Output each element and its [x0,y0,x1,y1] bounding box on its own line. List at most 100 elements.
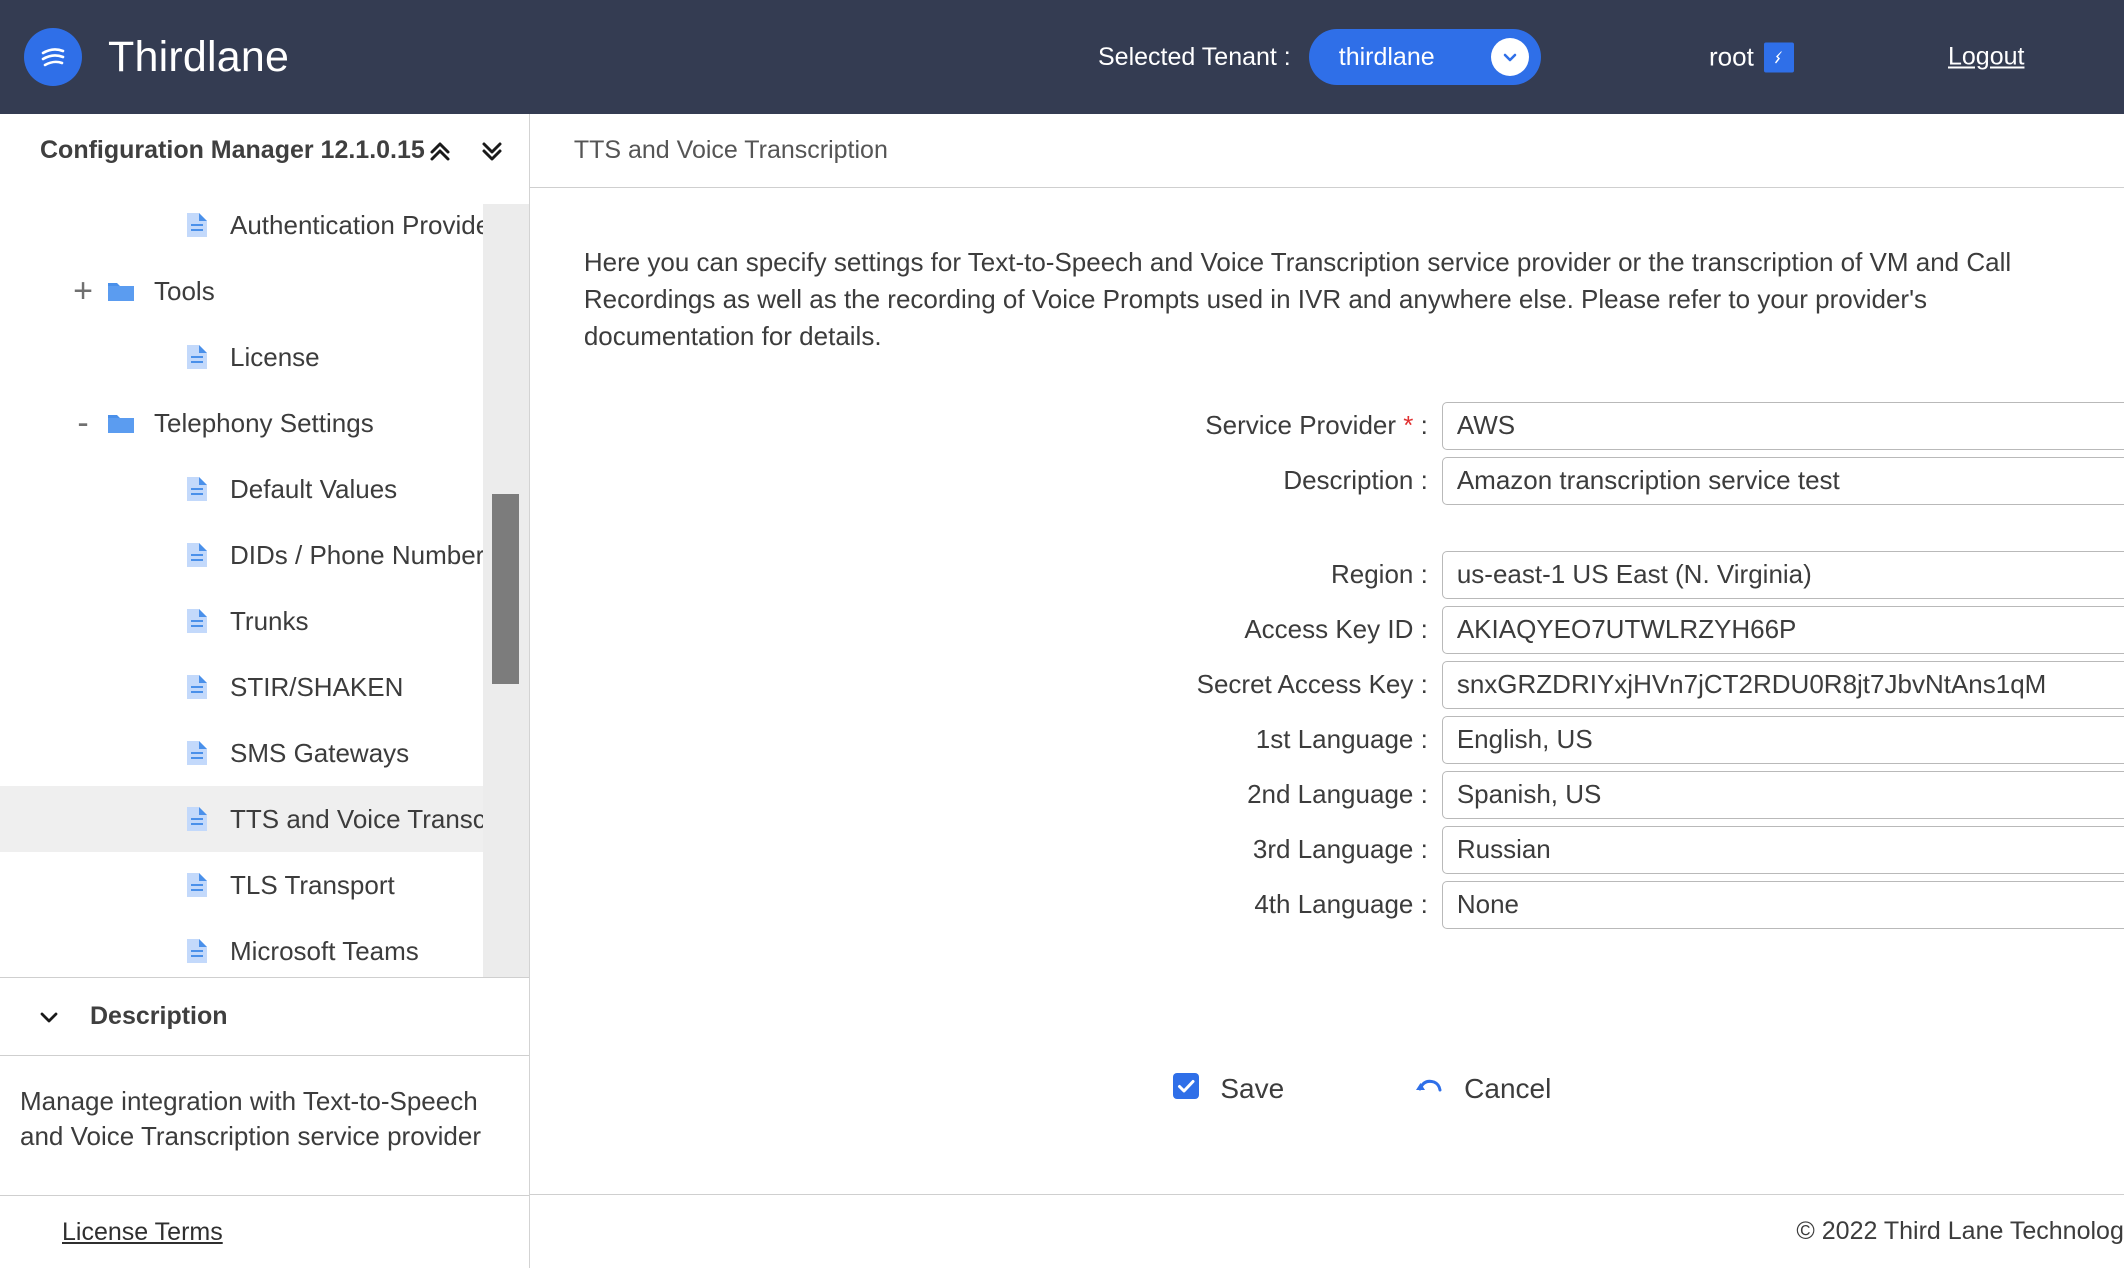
field-label-colon: : [1413,779,1428,810]
sidebar-item-label: Trunks [230,605,309,636]
sidebar-scrollbar[interactable] [482,204,529,977]
field-label-text: Description [1283,465,1414,496]
description-panel-label: Description [90,1002,228,1030]
sidebar-item-tts-and-voice-transcri[interactable]: TTS and Voice Transcri... [0,786,529,852]
tenant-value: thirdlane [1338,42,1435,71]
sidebar-item-label: Tools [154,275,215,306]
select-region[interactable]: us-east-1 US East (N. Virginia) [1441,550,2124,599]
field-label-text: 4th Language [1254,889,1414,920]
save-button[interactable]: Save [1170,1070,1284,1107]
field-label-colon: : [1413,410,1428,441]
field-row-1st-language: 1st Language : English, US [530,715,2124,764]
body-area: Configuration Manager 12.1.0.15 Authenti… [0,114,2124,1268]
copyright-text: © 2022 Third Lane Technologies [1796,1217,2124,1245]
user-name: root [1709,41,1754,72]
field-row-secret-access-key: Secret Access Key : snxGRZDRIYxjHVn7jCT2R… [530,660,2124,709]
field-value: Amazon transcription service test [1456,465,1840,496]
input-description[interactable]: Amazon transcription service test [1441,456,2124,505]
cancel-label: Cancel [1464,1072,1552,1104]
thirdlane-logo-icon [24,28,82,86]
document-icon [180,540,214,570]
document-icon [180,870,214,900]
select-2nd-language[interactable]: Spanish, US [1441,770,2124,819]
form-actions: Save Cancel [530,1069,2124,1108]
brand-name: Thirdlane [108,32,290,81]
chevron-down-icon [1490,38,1529,76]
select-1st-language[interactable]: English, US [1441,715,2124,764]
select-3rd-language[interactable]: Russian [1441,825,2124,874]
sidebar-item-stir-shaken[interactable]: STIR/SHAKEN [0,654,529,720]
undo-arrow-icon [1412,1069,1446,1108]
input-access-key-id[interactable]: AKIAQYEO7UTWLRZYH66P [1441,605,2124,654]
field-row-region: Region : us-east-1 US East (N. Virginia) [530,550,2124,599]
document-icon [180,936,214,966]
sidebar-item-tools[interactable]: + Tools [0,258,529,324]
field-label-3rd-language: 3rd Language : [530,834,1442,865]
license-terms-link[interactable]: License Terms [62,1218,223,1247]
sidebar-item-label: Authentication Providers [230,209,512,240]
folder-icon [104,407,138,439]
field-label-2nd-language: 2nd Language : [530,779,1442,810]
page-title: TTS and Voice Transcription [573,136,888,164]
sidebar-item-license[interactable]: License [0,324,529,390]
sidebar-footer: License Terms [0,1196,529,1268]
document-icon [180,606,214,636]
description-text: Manage integration with Text-to-Speech a… [0,1056,529,1196]
field-value: us-east-1 US East (N. Virginia) [1456,559,1812,590]
sidebar-title: Configuration Manager 12.1.0.15 [40,136,425,164]
double-chevron-up-icon[interactable] [425,136,455,166]
sidebar-item-dids-phone-numbers[interactable]: DIDs / Phone Numbers [0,522,529,588]
sidebar: Configuration Manager 12.1.0.15 Authenti… [0,114,530,1268]
sidebar-item-sms-gateways[interactable]: SMS Gateways [0,720,529,786]
cancel-button[interactable]: Cancel [1412,1069,1551,1108]
field-row-description: Description : Amazon transcription servic… [530,456,2124,505]
user-menu[interactable]: root [1709,42,1794,73]
app-header: Thirdlane Selected Tenant : thirdlane ro… [0,0,2124,114]
tenant-dropdown[interactable]: thirdlane [1308,29,1541,85]
field-label-text: 3rd Language [1252,834,1414,865]
input-secret-access-key[interactable]: snxGRZDRIYxjHVn7jCT2RDU0R8jt7JbvNtAns1qM [1441,660,2124,709]
double-chevron-down-icon[interactable] [477,136,507,166]
sidebar-item-microsoft-teams[interactable]: Microsoft Teams [0,918,529,977]
document-icon [180,804,214,834]
field-value: AWS [1456,410,1516,441]
document-icon [180,738,214,768]
chevron-down-icon [22,1003,76,1031]
field-label-colon: : [1413,669,1428,700]
field-label-text: Access Key ID [1244,614,1414,645]
required-asterisk: * [1396,410,1414,441]
field-label-colon: : [1413,465,1428,496]
field-value: None [1456,889,1519,920]
sidebar-item-label: DIDs / Phone Numbers [230,539,498,570]
description-panel-header[interactable]: Description [0,978,529,1056]
settings-form: Service Provider * : AWS Description : Amaz… [530,401,2124,929]
sidebar-item-label: Telephony Settings [154,407,374,438]
main-footer: © 2022 Third Lane Technologies [529,1194,2124,1268]
field-label-secret-access-key: Secret Access Key : [530,669,1442,700]
select-4th-language[interactable]: None [1441,880,2124,929]
logout-link[interactable]: Logout [1948,43,2024,72]
field-label-text: 1st Language [1255,724,1414,755]
sidebar-item-label: License [230,341,320,372]
field-value: Spanish, US [1456,779,1602,810]
field-row-2nd-language: 2nd Language : Spanish, US [530,770,2124,819]
field-label-text: 2nd Language [1247,779,1414,810]
select-service-provider[interactable]: AWS [1441,401,2124,450]
sidebar-item-trunks[interactable]: Trunks [0,588,529,654]
main-panel: TTS and Voice Transcription Here you can… [529,114,2124,1268]
document-icon [180,342,214,372]
wrench-icon [1763,42,1794,72]
field-label-region: Region : [530,559,1442,590]
main-body: Here you can specify settings for Text-t… [530,188,2124,1194]
sidebar-item-telephony-settings[interactable]: - Telephony Settings [0,390,529,456]
sidebar-item-authentication-providers[interactable]: Authentication Providers [0,192,529,258]
sidebar-item-tls-transport[interactable]: TLS Transport [0,852,529,918]
sidebar-header: Configuration Manager 12.1.0.15 [0,114,529,188]
field-label-text: Service Provider [1205,410,1397,441]
document-icon [180,474,214,504]
field-value: Russian [1456,834,1551,865]
field-label-colon: : [1413,889,1428,920]
sidebar-item-default-values[interactable]: Default Values [0,456,529,522]
field-row-4th-language: 4th Language : None [530,880,2124,929]
sidebar-scrollbar-thumb[interactable] [491,494,519,684]
